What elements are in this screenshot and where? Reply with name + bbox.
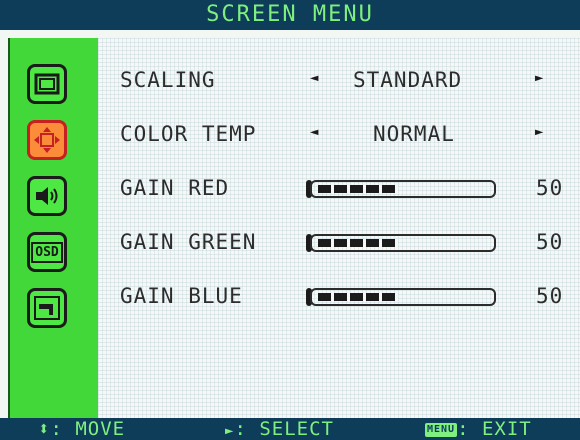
- move-hint: ⬍: MOVE: [38, 418, 125, 440]
- sidebar-item-position[interactable]: [27, 120, 67, 160]
- color-temp-left-arrow-icon[interactable]: ◄: [310, 124, 319, 140]
- gain-green-value: 50: [536, 230, 564, 254]
- gain-red-slider[interactable]: [310, 180, 496, 198]
- scaling-left-arrow-icon[interactable]: ◄: [310, 70, 319, 86]
- gain-blue-fill: [318, 293, 398, 301]
- speaker-icon: [36, 187, 58, 205]
- color-temp-right-arrow-icon[interactable]: ►: [535, 124, 544, 140]
- menu-panel: SCALING ◄ STANDARD ► COLOR TEMP ◄ NORMAL…: [98, 38, 580, 418]
- exit-hint: MENU: EXIT: [425, 418, 532, 440]
- menu-title: SCREEN MENU: [0, 0, 580, 30]
- tools-icon: [34, 296, 60, 320]
- color-temp-label: COLOR TEMP: [120, 122, 257, 146]
- position-icon: [34, 127, 60, 153]
- select-label: : SELECT: [234, 418, 334, 440]
- menu-row-scaling[interactable]: SCALING ◄ STANDARD ►: [98, 60, 580, 100]
- gain-red-label: GAIN RED: [120, 176, 230, 200]
- display-icon: [34, 73, 60, 95]
- scaling-right-arrow-icon[interactable]: ►: [535, 70, 544, 86]
- footer-hints: ⬍: MOVE ►: SELECT MENU: EXIT: [0, 418, 580, 440]
- menu-row-gain-green[interactable]: GAIN GREEN 50: [98, 222, 580, 262]
- gain-green-slider[interactable]: [310, 234, 496, 252]
- osd-screen: SCREEN MENU OSD SCALING ◄ STANDARD ► COL…: [0, 0, 580, 440]
- updown-arrow-icon: ⬍: [38, 418, 51, 440]
- sidebar-item-audio[interactable]: [27, 176, 67, 216]
- color-temp-value: NORMAL: [373, 122, 455, 146]
- gain-green-label: GAIN GREEN: [120, 230, 257, 254]
- scaling-label: SCALING: [120, 68, 216, 92]
- gain-red-fill: [318, 185, 398, 193]
- menu-button-icon: MENU: [425, 422, 458, 437]
- menu-row-color-temp[interactable]: COLOR TEMP ◄ NORMAL ►: [98, 114, 580, 154]
- sidebar-item-tools[interactable]: [27, 288, 67, 328]
- menu-row-gain-blue[interactable]: GAIN BLUE 50: [98, 276, 580, 316]
- gain-blue-label: GAIN BLUE: [120, 284, 243, 308]
- exit-label: : EXIT: [457, 418, 532, 440]
- select-hint: ►: SELECT: [225, 418, 334, 440]
- gain-green-fill: [318, 239, 398, 247]
- gain-red-value: 50: [536, 176, 564, 200]
- gain-blue-slider[interactable]: [310, 288, 496, 306]
- gain-blue-value: 50: [536, 284, 564, 308]
- sidebar-item-display[interactable]: [27, 64, 67, 104]
- scaling-value: STANDARD: [353, 68, 463, 92]
- osd-icon: OSD: [31, 241, 63, 263]
- menu-row-gain-red[interactable]: GAIN RED 50: [98, 168, 580, 208]
- sidebar: OSD: [8, 38, 98, 418]
- sidebar-item-osd[interactable]: OSD: [27, 232, 67, 272]
- move-label: : MOVE: [50, 418, 126, 440]
